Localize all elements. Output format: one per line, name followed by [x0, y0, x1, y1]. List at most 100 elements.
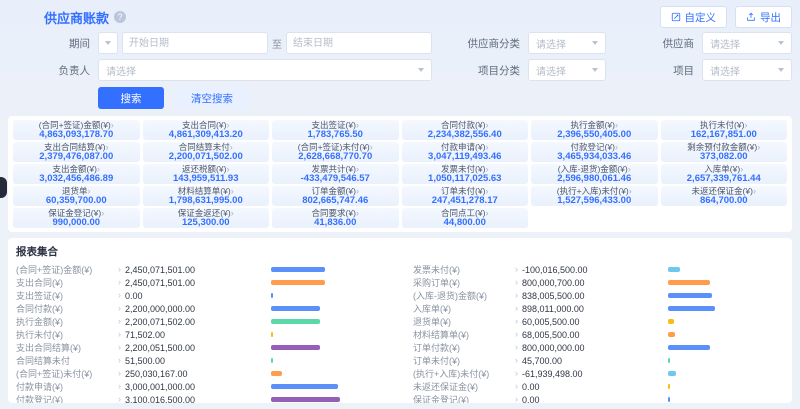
export-button[interactable]: 导出: [735, 6, 792, 28]
project-select[interactable]: 请选择: [702, 59, 792, 81]
summary-row[interactable]: 执行未付(¥) 71,502.00: [16, 328, 387, 341]
summary-row[interactable]: 付款申请(¥) 3,000,001,000.00: [16, 380, 387, 393]
metric-value: 3,465,934,033.46: [531, 152, 658, 162]
metric-card[interactable]: 执行未付(¥) 162,167,851.00: [661, 120, 788, 140]
summary-row[interactable]: 支出签证(¥) 0.00: [16, 289, 387, 302]
summary-row[interactable]: 采购订单(¥) 800,000,700.00: [413, 276, 784, 289]
summary-row[interactable]: 付款登记(¥) 3,100,016,500.00: [16, 393, 387, 403]
summary-row-label: 付款登记(¥): [16, 393, 118, 403]
chevron-right-icon: [515, 330, 518, 339]
start-date-input[interactable]: [122, 32, 268, 54]
summary-row-label: (合同+签证)未付(¥): [16, 367, 118, 380]
summary-row[interactable]: (合同+签证)未付(¥) 250,030,167.00: [16, 367, 387, 380]
clear-search-button[interactable]: 清空搜索: [174, 87, 250, 109]
summary-bar: [668, 280, 772, 285]
chevron-right-icon: [515, 395, 518, 403]
summary-row[interactable]: 合同付款(¥) 2,200,000,000.00: [16, 302, 387, 315]
summary-bar: [271, 345, 375, 350]
summary-row-label: (入库-退货)金额(¥): [413, 289, 515, 302]
summary-row[interactable]: (入库-退货)金额(¥) 838,005,500.00: [413, 289, 784, 302]
summary-row[interactable]: 支出合同结算(¥) 2,200,051,500.00: [16, 341, 387, 354]
sidebar-collapse-handle[interactable]: [0, 177, 7, 198]
metric-card[interactable]: 入库单(¥) 2,657,339,761.44: [661, 164, 788, 184]
metric-card[interactable]: (合同+签证)未付(¥) 2,628,668,770.70: [272, 142, 399, 162]
metric-card[interactable]: 付款申请(¥) 3,047,119,493.46: [402, 142, 529, 162]
supplier-category-select[interactable]: 请选择: [528, 32, 606, 54]
metric-card[interactable]: (入库-退货)金额(¥) 2,596,980,061.46: [531, 164, 658, 184]
project-category-select[interactable]: 请选择: [528, 59, 606, 81]
summary-row[interactable]: 执行金额(¥) 2,200,071,502.00: [16, 315, 387, 328]
summary-row[interactable]: 订单未付(¥) 45,700.00: [413, 354, 784, 367]
metric-card[interactable]: 付款登记(¥) 3,465,934,033.46: [531, 142, 658, 162]
summary-row-label: 执行未付(¥): [16, 328, 118, 341]
summary-row[interactable]: 保证金登记(¥) 0.00: [413, 393, 784, 403]
page-title: 供应商账款: [44, 8, 109, 27]
metric-card[interactable]: 材料结算单(¥) 1,798,631,995.00: [143, 186, 270, 206]
metric-card[interactable]: 合同付款(¥) 2,234,382,556.40: [402, 120, 529, 140]
metric-card[interactable]: 未返还保证金(¥) 864,700.00: [661, 186, 788, 206]
metric-card[interactable]: 剩余预付款金额(¥) 373,082.00: [661, 142, 788, 162]
filter-supplier: 供应商 请选择: [632, 32, 792, 54]
metric-card[interactable]: 保证金返还(¥) 125,300.00: [143, 208, 270, 228]
metric-card[interactable]: 合同结算未付 2,200,071,502.00: [143, 142, 270, 162]
metric-card[interactable]: 执行金额(¥) 2,396,550,405.00: [531, 120, 658, 140]
supplier-select[interactable]: 请选择: [702, 32, 792, 54]
metric-value: 162,167,851.00: [661, 130, 788, 140]
metric-card[interactable]: 发票共计(¥) -433,479,546.57: [272, 164, 399, 184]
summary-row[interactable]: (合同+签证)金额(¥) 2,450,071,501.00: [16, 263, 387, 276]
summary-bar: [668, 332, 772, 337]
chevron-right-icon: [757, 142, 760, 152]
metric-card[interactable]: 支出签证(¥) 1,783,765.50: [272, 120, 399, 140]
summary-row[interactable]: 订单付款(¥) 800,000,000.00: [413, 341, 784, 354]
help-icon[interactable]: ?: [114, 11, 126, 23]
chevron-right-icon: [118, 265, 121, 274]
metric-card[interactable]: (合同+签证)金额(¥) 4,863,093,178.70: [13, 120, 140, 140]
end-date-input[interactable]: [286, 32, 432, 54]
chevron-down-icon: [592, 41, 598, 45]
summary-bar: [668, 397, 772, 402]
metric-card[interactable]: 订单金额(¥) 802,665,747.46: [272, 186, 399, 206]
summary-row[interactable]: 材料结算单(¥) 68,005,500.00: [413, 328, 784, 341]
metric-card[interactable]: 订单未付(¥) 247,451,278.17: [402, 186, 529, 206]
chevron-right-icon: [118, 395, 121, 403]
filter-panel: 期间 至 供应商分类 请选择 供应商 请选择: [8, 32, 792, 109]
chevron-right-icon: [118, 369, 121, 378]
project-category-label: 项目分类: [458, 63, 520, 78]
metric-card[interactable]: 返还税额(¥) 143,959,511.93: [143, 164, 270, 184]
period-type-select[interactable]: [98, 32, 118, 54]
owner-select[interactable]: 请选择: [98, 59, 432, 81]
summary-row[interactable]: 入库单(¥) 898,011,000.00: [413, 302, 784, 315]
metric-card[interactable]: 退货单 60,359,700.00: [13, 186, 140, 206]
search-button[interactable]: 搜索: [98, 87, 164, 109]
summary-row[interactable]: 退货单(¥) 60,005,500.00: [413, 315, 784, 328]
summary-bar: [668, 384, 772, 389]
summary-bar: [271, 371, 375, 376]
metric-card[interactable]: (执行+入库)未付(¥) 1,527,596,433.00: [531, 186, 658, 206]
summary-row[interactable]: 支出合同(¥) 2,450,071,501.00: [16, 276, 387, 289]
summary-bar: [668, 293, 772, 298]
metric-card[interactable]: 合同要求(¥) 41,836.00: [272, 208, 399, 228]
metric-card[interactable]: 支出合同结算(¥) 2,379,476,087.00: [13, 142, 140, 162]
summary-panel: 报表集合 (合同+签证)金额(¥) 2,450,071,501.00 支出合同(…: [8, 238, 792, 403]
metric-card[interactable]: 保证金登记(¥) 990,000.00: [13, 208, 140, 228]
summary-row[interactable]: 未返还保证金(¥) 0.00: [413, 380, 784, 393]
summary-bar: [271, 397, 375, 402]
summary-row-label: 订单付款(¥): [413, 341, 515, 354]
summary-row-label: 入库单(¥): [413, 302, 515, 315]
summary-row[interactable]: (执行+入库)未付(¥) -61,939,498.00: [413, 367, 784, 380]
chevron-right-icon: [515, 382, 518, 391]
chevron-down-icon: [105, 41, 111, 45]
metric-card[interactable]: 支出金额(¥) 3,032,456,486.89: [13, 164, 140, 184]
chevron-right-icon: [515, 369, 518, 378]
summary-row[interactable]: 合同结算未付 51,500.00: [16, 354, 387, 367]
metric-card[interactable]: 发票未付(¥) 1,050,117,025.63: [402, 164, 529, 184]
customize-button[interactable]: 自定义: [660, 6, 728, 28]
chevron-right-icon: [515, 278, 518, 287]
date-range-separator: 至: [272, 36, 282, 51]
summary-row-value: 0.00: [522, 382, 640, 392]
summary-row-value: 838,005,500.00: [522, 291, 640, 301]
summary-row-label: 支出合同结算(¥): [16, 341, 118, 354]
metric-card[interactable]: 合同点工(¥) 44,800.00: [402, 208, 529, 228]
summary-row[interactable]: 发票未付(¥) -100,016,500.00: [413, 263, 784, 276]
metric-card[interactable]: 支出合同(¥) 4,861,309,413.20: [143, 120, 270, 140]
